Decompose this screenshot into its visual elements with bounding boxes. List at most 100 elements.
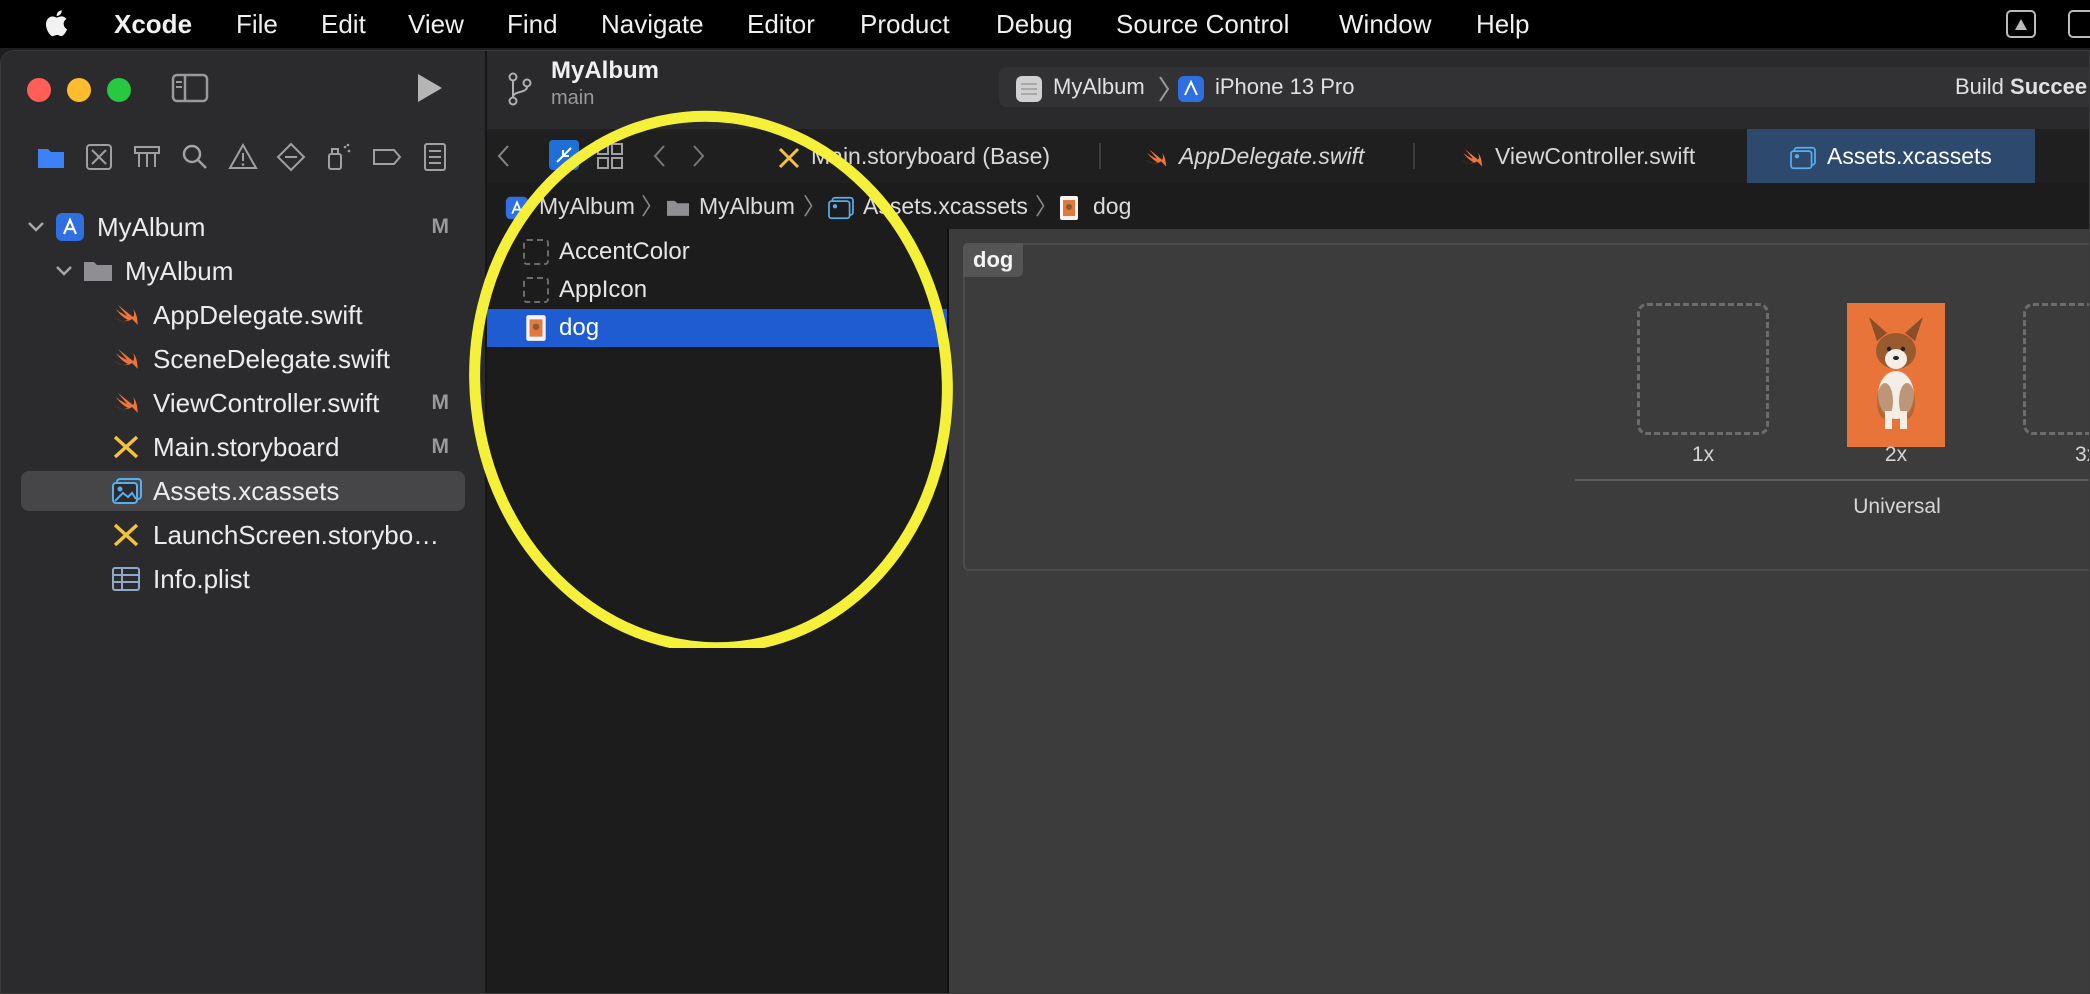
tab-main-storyboard[interactable]: Main.storyboard (Base) — [777, 129, 1050, 183]
menu-file[interactable]: File — [236, 0, 278, 48]
tree-item-label: LaunchScreen.storybo… — [153, 520, 440, 550]
scheme-app-icon[interactable] — [1015, 75, 1043, 103]
tab-label: Main.storyboard (Base) — [811, 143, 1051, 169]
empty-asset-icon — [523, 239, 549, 265]
sidebar-toggle-icon[interactable] — [171, 73, 209, 103]
modified-badge: M — [431, 391, 450, 414]
minimap-icon[interactable] — [549, 140, 579, 170]
chevron-right-icon — [1157, 75, 1171, 103]
apple-icon[interactable] — [44, 0, 68, 48]
tree-item-file[interactable]: Main.storyboard M — [1, 427, 485, 467]
breakpoint-navigator-icon[interactable] — [371, 141, 403, 173]
close-window-button[interactable] — [27, 78, 51, 102]
source-control-navigator-icon[interactable] — [83, 141, 115, 173]
asset-item-dog-selected[interactable]: dog — [487, 309, 947, 347]
slot-1x-dropzone[interactable] — [1637, 303, 1769, 435]
tree-item-label: Assets.xcassets — [153, 476, 340, 506]
minimize-window-button[interactable] — [67, 78, 91, 102]
tree-item-file[interactable]: Info.plist — [1, 559, 485, 599]
swift-file-icon — [1143, 146, 1169, 170]
report-navigator-icon[interactable] — [419, 141, 451, 173]
menu-bar: Xcode File Edit View Find Navigate Edito… — [0, 0, 2090, 48]
dog-photo-2x[interactable] — [1847, 303, 1945, 447]
asset-list: AccentColor AppIcon dog — [487, 229, 949, 993]
tree-item-file[interactable]: LaunchScreen.storybo… — [1, 515, 485, 555]
menu-source-control[interactable]: Source Control — [1116, 0, 1289, 48]
back-arrow-icon[interactable] — [649, 141, 671, 171]
tree-item-label: SceneDelegate.swift — [153, 344, 391, 374]
asset-catalog-icon — [827, 196, 855, 220]
menu-app-name[interactable]: Xcode — [114, 0, 192, 48]
modified-badge: M — [431, 435, 450, 458]
xcode-project-icon — [55, 212, 85, 242]
tree-item-label: Info.plist — [153, 564, 250, 594]
tree-item-label: Main.storyboard — [153, 432, 340, 462]
tab-label: AppDelegate.swift — [1179, 143, 1365, 169]
tab-assets-active[interactable]: Assets.xcassets — [1747, 129, 2035, 183]
scheme-selector[interactable]: MyAlbum — [1053, 67, 1145, 107]
empty-asset-icon — [523, 277, 549, 303]
slot-2x-label: 2x — [1884, 443, 1908, 466]
breadcrumb-image-set[interactable]: dog — [1059, 183, 1131, 229]
swift-file-icon — [111, 301, 141, 329]
xcode-window: MyAlbum M MyAlbum AppDelegate.swift Scen… — [0, 50, 2090, 994]
disclosure-chevron-icon[interactable] — [53, 251, 75, 291]
breadcrumb-assets[interactable]: Assets.xcassets — [827, 183, 1028, 229]
plist-table-icon — [111, 565, 141, 593]
menu-window[interactable]: Window — [1339, 0, 1431, 48]
slot-3x-dropzone[interactable] — [2023, 303, 2089, 435]
breadcrumb-project[interactable]: MyAlbum — [505, 183, 635, 229]
breadcrumb-group[interactable]: MyAlbum — [665, 183, 795, 229]
menu-edit[interactable]: Edit — [321, 0, 366, 48]
tab-label: ViewController.swift — [1495, 143, 1696, 169]
zoom-window-button[interactable] — [107, 78, 131, 102]
swift-file-icon — [111, 389, 141, 417]
tree-item-file[interactable]: SceneDelegate.swift — [1, 339, 485, 379]
branch-name: main — [551, 87, 595, 109]
breadcrumb-label: dog — [1093, 193, 1132, 219]
tree-item-file[interactable]: ViewController.swift M — [1, 383, 485, 423]
find-navigator-search-icon[interactable] — [179, 141, 211, 173]
status-drive-icon[interactable] — [2006, 10, 2036, 38]
build-status-prefix: Build — [1955, 74, 2011, 99]
symbol-navigator-icon[interactable] — [131, 141, 163, 173]
menu-product[interactable]: Product — [860, 0, 950, 48]
chevron-left-icon[interactable] — [493, 141, 515, 171]
breadcrumb-label: Assets.xcassets — [863, 193, 1028, 219]
asset-label: dog — [559, 314, 600, 341]
asset-item-accentcolor[interactable]: AccentColor — [487, 233, 947, 271]
device-iphone-icon[interactable] — [1177, 75, 1205, 103]
run-icon[interactable] — [413, 71, 445, 105]
tree-item-file-selected[interactable]: Assets.xcassets — [21, 471, 465, 511]
tree-item-label: MyAlbum — [97, 212, 206, 242]
modified-badge: M — [431, 215, 450, 238]
group-divider — [1575, 479, 2089, 481]
issue-navigator-warning-icon[interactable] — [227, 141, 259, 173]
tab-appdelegate[interactable]: AppDelegate.swift — [1143, 129, 1364, 183]
project-navigator-folder-icon[interactable] — [35, 141, 67, 173]
slot-1x-label: 1x — [1691, 443, 1715, 466]
status-display-icon[interactable] — [2068, 10, 2090, 38]
image-set-icon — [525, 314, 547, 342]
menu-help[interactable]: Help — [1476, 0, 1529, 48]
menu-navigate[interactable]: Navigate — [601, 0, 704, 48]
asset-item-appicon[interactable]: AppIcon — [487, 271, 947, 309]
tree-item-file[interactable]: AppDelegate.swift — [1, 295, 485, 335]
debug-navigator-spray-icon[interactable] — [323, 141, 355, 173]
slot-3x-label: 3x — [2075, 443, 2089, 466]
tab-viewcontroller[interactable]: ViewController.swift — [1459, 129, 1695, 183]
menu-editor[interactable]: Editor — [747, 0, 815, 48]
tree-item-group[interactable]: MyAlbum — [1, 251, 485, 291]
menu-view[interactable]: View — [408, 0, 464, 48]
menu-find[interactable]: Find — [507, 0, 558, 48]
jump-bar: MyAlbum 〉 MyAlbum 〉 Assets.xcassets 〉 do… — [487, 183, 2089, 230]
grid-layout-icon[interactable] — [595, 141, 625, 171]
swift-file-icon — [1459, 146, 1485, 170]
toolbar: MyAlbum main MyAlbum iPhone 13 Pro Build… — [487, 51, 2089, 130]
tree-item-project[interactable]: MyAlbum M — [1, 207, 485, 247]
device-selector[interactable]: iPhone 13 Pro — [1215, 67, 1354, 107]
test-navigator-diamond-icon[interactable] — [275, 141, 307, 173]
forward-arrow-icon[interactable] — [687, 141, 709, 171]
disclosure-chevron-icon[interactable] — [25, 207, 47, 247]
menu-debug[interactable]: Debug — [996, 0, 1073, 48]
